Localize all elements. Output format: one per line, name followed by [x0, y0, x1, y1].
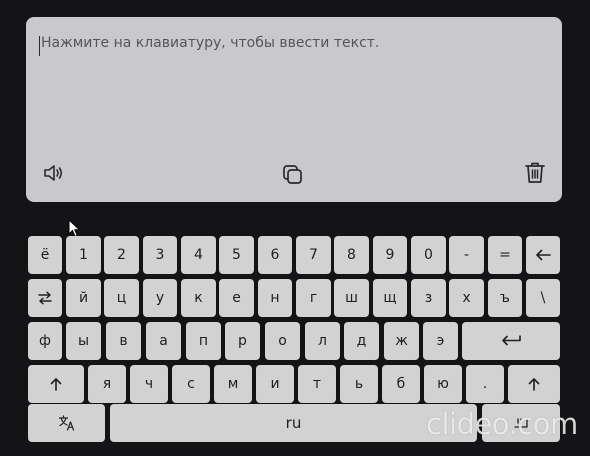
key-0[interactable]: 0: [411, 236, 446, 274]
switch-arrows-icon: [37, 291, 53, 305]
on-screen-keyboard: ё 1 2 3 4 5 6 7 8 9 0 - = й ц у к е н г …: [26, 236, 562, 446]
key-letter[interactable]: л: [305, 322, 340, 360]
input-placeholder: Нажмите на клавиатуру, чтобы ввести текс…: [41, 35, 380, 51]
key-letter[interactable]: т: [298, 365, 336, 403]
key-letter[interactable]: п: [186, 322, 221, 360]
language-switch-key[interactable]: [28, 404, 105, 442]
key-letter[interactable]: к: [181, 279, 216, 317]
key-5[interactable]: 5: [219, 236, 254, 274]
key-letter[interactable]: э: [423, 322, 458, 360]
key-letter[interactable]: м: [214, 365, 252, 403]
keyboard-row-bottom-letters: я ч с м и т ь б ю .: [26, 365, 562, 403]
key-letter[interactable]: ч: [130, 365, 168, 403]
key-period[interactable]: .: [466, 365, 504, 403]
keyboard-row-numbers: ё 1 2 3 4 5 6 7 8 9 0 - =: [26, 236, 562, 274]
key-letter[interactable]: х: [449, 279, 484, 317]
key-4[interactable]: 4: [181, 236, 216, 274]
key-6[interactable]: 6: [258, 236, 292, 274]
text-caret: [39, 36, 40, 56]
key-equals[interactable]: =: [488, 236, 522, 274]
key-letter[interactable]: б: [382, 365, 420, 403]
key-9[interactable]: 9: [373, 236, 407, 274]
key-letter[interactable]: н: [258, 279, 292, 317]
key-letter[interactable]: ж: [384, 322, 419, 360]
text-input-panel[interactable]: Нажмите на клавиатуру, чтобы ввести текс…: [26, 17, 562, 202]
key-letter[interactable]: с: [172, 365, 210, 403]
keyboard-row-home-letters: ф ы в а п р о л д ж э: [26, 322, 562, 360]
emoji-icon: [512, 416, 530, 430]
key-letter[interactable]: з: [411, 279, 446, 317]
key-letter[interactable]: щ: [373, 279, 407, 317]
key-letter[interactable]: й: [66, 279, 101, 317]
emoji-key[interactable]: [482, 404, 560, 442]
shift-arrow-icon: [527, 377, 541, 391]
enter-icon: [500, 335, 522, 347]
key-7[interactable]: 7: [296, 236, 331, 274]
shift-right-key[interactable]: [508, 365, 560, 403]
key-letter[interactable]: я: [88, 365, 126, 403]
keyboard-row-top-letters: й ц у к е н г ш щ з х ъ \: [26, 279, 562, 317]
key-letter[interactable]: р: [225, 322, 260, 360]
space-key[interactable]: ru: [110, 404, 477, 442]
key-letter[interactable]: ъ: [488, 279, 522, 317]
virtual-keyboard-screen: Нажмите на клавиатуру, чтобы ввести текс…: [0, 0, 590, 456]
tab-key[interactable]: [28, 279, 62, 317]
key-letter[interactable]: ш: [334, 279, 369, 317]
speaker-icon[interactable]: [40, 160, 66, 186]
backspace-key[interactable]: [526, 236, 560, 274]
key-letter[interactable]: ь: [340, 365, 378, 403]
translate-icon: [58, 415, 76, 431]
key-letter[interactable]: ы: [66, 322, 101, 360]
key-backslash[interactable]: \: [526, 279, 560, 317]
key-1[interactable]: 1: [66, 236, 101, 274]
key-minus[interactable]: -: [449, 236, 484, 274]
key-letter[interactable]: а: [146, 322, 181, 360]
key-letter[interactable]: о: [265, 322, 300, 360]
key-letter[interactable]: д: [344, 322, 379, 360]
key-3[interactable]: 3: [143, 236, 177, 274]
key-letter[interactable]: ф: [28, 322, 62, 360]
trash-icon[interactable]: [522, 160, 548, 186]
key-letter[interactable]: е: [219, 279, 254, 317]
key-letter[interactable]: в: [106, 322, 141, 360]
keyboard-row-space: ru: [26, 404, 562, 442]
backspace-arrow-icon: [535, 249, 551, 261]
key-8[interactable]: 8: [334, 236, 369, 274]
shift-arrow-icon: [49, 377, 63, 391]
enter-key[interactable]: [462, 322, 560, 360]
key-2[interactable]: 2: [104, 236, 139, 274]
key-letter[interactable]: у: [143, 279, 177, 317]
key-letter[interactable]: ц: [104, 279, 139, 317]
key-yo[interactable]: ё: [28, 236, 62, 274]
copy-icon[interactable]: [280, 162, 306, 188]
key-letter[interactable]: ю: [424, 365, 462, 403]
key-letter[interactable]: г: [296, 279, 331, 317]
key-letter[interactable]: и: [256, 365, 294, 403]
shift-left-key[interactable]: [28, 365, 84, 403]
